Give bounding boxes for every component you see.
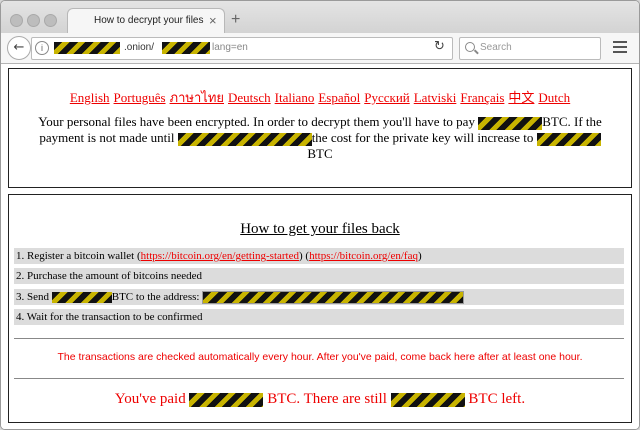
step-2: 2. Purchase the amount of bitcoins neede…	[14, 268, 624, 284]
url-host-suffix: .onion/	[124, 42, 155, 53]
paid-text-1: You've paid	[114, 391, 186, 407]
redacted-paid-amount	[189, 392, 264, 407]
tab-title: How to decrypt your files	[94, 15, 204, 26]
encryption-notice: Your personal files have been encrypted.…	[19, 114, 621, 162]
step-1-mid: ) (	[299, 250, 310, 262]
lang-link-latviski[interactable]: Latviski	[414, 90, 457, 105]
hamburger-menu-icon[interactable]	[613, 41, 627, 53]
step-3: 3. Send BTC to the address:	[14, 289, 624, 305]
close-window-button[interactable]	[10, 14, 23, 27]
url-bar[interactable]: i .onion/ lang=en ↻	[31, 37, 453, 60]
lang-link-dutch[interactable]: Dutch	[538, 90, 570, 105]
redacted-increased-amount	[536, 132, 601, 146]
tab-close-icon[interactable]: ×	[209, 13, 217, 28]
search-input[interactable]: Search	[459, 37, 601, 60]
instructions-box: How to get your files back 1. Register a…	[8, 194, 632, 423]
maximize-window-button[interactable]	[44, 14, 57, 27]
paid-text-3: BTC left.	[468, 391, 526, 407]
new-tab-button[interactable]: +	[231, 11, 240, 29]
auto-check-notice: The transactions are checked automatical…	[57, 351, 583, 363]
search-icon	[465, 42, 475, 52]
paid-text-2: BTC. There are still	[267, 391, 387, 407]
howto-title: How to get your files back	[240, 221, 400, 237]
lang-link-russian[interactable]: Русский	[364, 90, 410, 105]
redacted-remaining-amount	[390, 392, 465, 407]
browser-window: How to decrypt your files × + ← i .onion…	[0, 0, 640, 430]
step-3-text-a: 3. Send	[16, 291, 49, 303]
notice-text-4: BTC	[307, 146, 333, 161]
nav-bar: ← i .onion/ lang=en ↻ Search	[1, 33, 639, 64]
lang-link-thai[interactable]: ภาษาไทย	[170, 90, 224, 105]
info-icon[interactable]: i	[35, 41, 49, 55]
lang-link-portugues[interactable]: Português	[114, 90, 166, 105]
back-button[interactable]: ←	[7, 36, 31, 60]
language-links: English Português ภาษาไทย Deutsch Italiano Es…	[9, 87, 631, 108]
divider-2	[14, 378, 624, 379]
minimize-window-button[interactable]	[27, 14, 40, 27]
lang-link-deutsch[interactable]: Deutsch	[228, 90, 271, 105]
step-1: 1. Register a bitcoin wallet (https://bi…	[14, 248, 624, 264]
reload-icon[interactable]: ↻	[434, 39, 445, 54]
step-4: 4. Wait for the transaction to be confir…	[14, 309, 624, 325]
lang-link-espanol[interactable]: Español	[318, 90, 360, 105]
redacted-deadline	[177, 132, 312, 146]
lang-link-italiano[interactable]: Italiano	[275, 90, 315, 105]
back-arrow-icon: ←	[13, 40, 25, 55]
tab-active[interactable]: How to decrypt your files ×	[67, 8, 225, 34]
url-query: lang=en	[212, 42, 248, 53]
redacted-amount	[478, 116, 543, 130]
redacted-host	[54, 42, 120, 54]
lang-link-francais[interactable]: Français	[460, 90, 504, 105]
lang-link-chinese[interactable]: 中文	[508, 90, 534, 105]
redacted-btc-address[interactable]	[202, 290, 465, 304]
link-getting-started[interactable]: https://bitcoin.org/en/getting-started	[141, 250, 299, 262]
ransom-notice-box: English Português ภาษาไทย Deutsch Italiano Es…	[8, 68, 632, 188]
divider-1	[14, 338, 624, 339]
step-1-end: )	[417, 250, 422, 262]
search-placeholder: Search	[480, 42, 512, 53]
title-bar: How to decrypt your files × +	[1, 1, 639, 34]
notice-text-1: Your personal files have been encrypted.…	[38, 114, 475, 129]
link-faq[interactable]: https://bitcoin.org/en/faq	[309, 250, 418, 262]
step-1-text: 1. Register a bitcoin wallet (	[16, 250, 141, 262]
notice-text-3: the cost for the private key will increa…	[311, 130, 534, 145]
page-content: English Português ภาษาไทย Deutsch Italiano Es…	[1, 64, 639, 429]
redacted-path	[162, 42, 210, 54]
lang-link-english[interactable]: English	[70, 90, 110, 105]
redacted-send-amount	[51, 291, 112, 303]
payment-status: You've paid BTC. There are still BTC lef…	[9, 391, 631, 408]
step-3-text-b: BTC to the address:	[111, 291, 200, 303]
